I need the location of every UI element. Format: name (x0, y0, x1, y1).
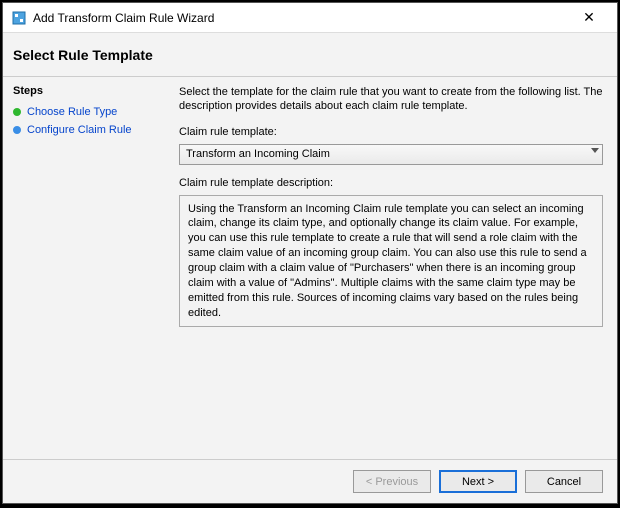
page-heading: Select Rule Template (13, 47, 153, 63)
bullet-pending-icon (13, 126, 21, 134)
instruction-text: Select the template for the claim rule t… (179, 85, 603, 114)
steps-heading: Steps (13, 85, 163, 97)
close-button[interactable]: ✕ (569, 3, 609, 32)
template-label: Claim rule template: (179, 126, 603, 138)
chevron-down-icon (591, 148, 599, 153)
titlebar: Add Transform Claim Rule Wizard ✕ (3, 3, 617, 33)
step-choose-rule-type[interactable]: Choose Rule Type (13, 103, 163, 121)
bullet-current-icon (13, 108, 21, 116)
wizard-window: Add Transform Claim Rule Wizard ✕ Select… (2, 2, 618, 504)
body: Steps Choose Rule Type Configure Claim R… (3, 77, 617, 459)
previous-button: < Previous (353, 470, 431, 493)
next-button[interactable]: Next > (439, 470, 517, 493)
footer-buttons: < Previous Next > Cancel (3, 459, 617, 503)
claim-rule-template-select[interactable]: Transform an Incoming Claim (179, 144, 603, 165)
steps-sidebar: Steps Choose Rule Type Configure Claim R… (3, 77, 173, 459)
step-configure-claim-rule[interactable]: Configure Claim Rule (13, 121, 163, 139)
template-selected-value: Transform an Incoming Claim (186, 148, 330, 160)
step-label: Configure Claim Rule (27, 124, 132, 136)
description-label: Claim rule template description: (179, 177, 603, 189)
main-panel: Select the template for the claim rule t… (173, 77, 617, 459)
window-title: Add Transform Claim Rule Wizard (33, 11, 569, 25)
app-icon (11, 10, 27, 26)
header-band: Select Rule Template (3, 33, 617, 77)
template-description: Using the Transform an Incoming Claim ru… (179, 195, 603, 328)
cancel-button[interactable]: Cancel (525, 470, 603, 493)
step-label: Choose Rule Type (27, 106, 117, 118)
